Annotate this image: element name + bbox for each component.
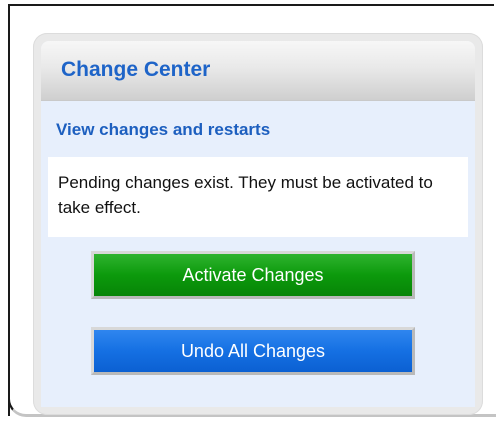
panel-header: Change Center (41, 41, 475, 101)
activate-changes-button[interactable]: Activate Changes (91, 251, 415, 299)
pending-changes-message: Pending changes exist. They must be acti… (48, 157, 468, 237)
undo-all-changes-button[interactable]: Undo All Changes (91, 327, 415, 375)
pending-changes-text: Pending changes exist. They must be acti… (58, 173, 433, 217)
panel-title: Change Center (61, 58, 211, 81)
view-changes-link[interactable]: View changes and restarts (56, 120, 270, 140)
change-center-panel: Change Center View changes and restarts … (41, 41, 475, 407)
